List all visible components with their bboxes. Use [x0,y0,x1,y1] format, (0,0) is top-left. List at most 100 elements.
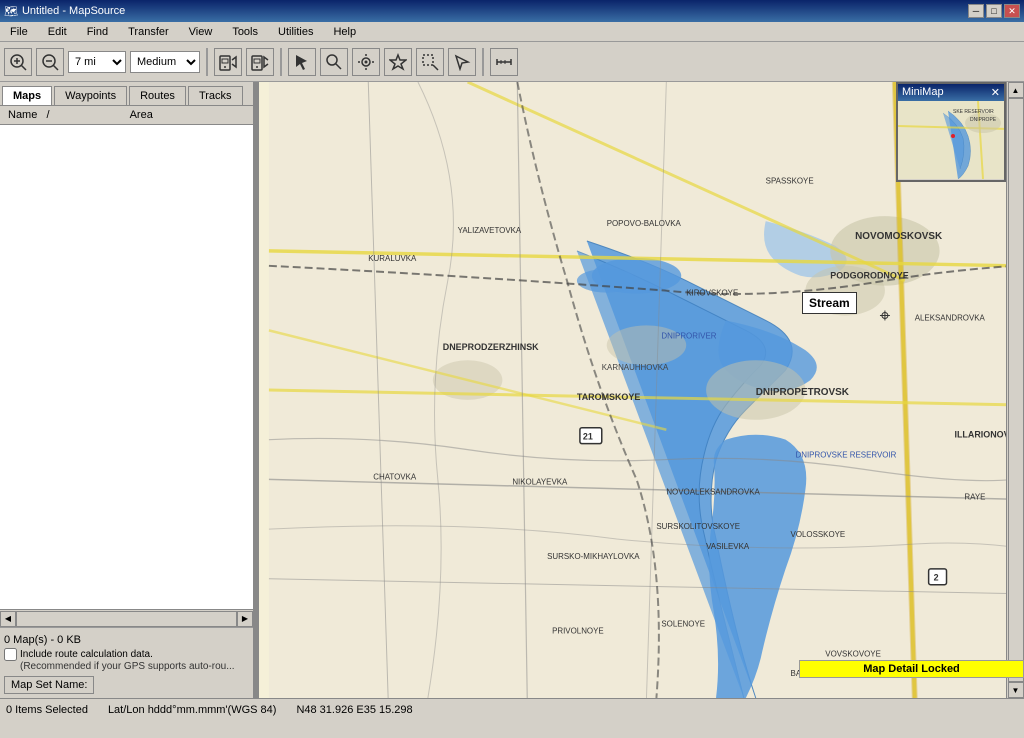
map-set-name-button[interactable]: Map Set Name: [4,676,94,694]
svg-text:SOLENOYE: SOLENOYE [661,619,705,628]
menu-tools[interactable]: Tools [226,24,264,40]
items-selected: 0 Items Selected [6,704,88,716]
status-bar: 0 Items Selected Lat/Lon hddd°mm.mmm'(WG… [0,698,1024,720]
zoom-rect-tool[interactable] [416,48,444,76]
svg-text:NOVOALEKSANDROVKA: NOVOALEKSANDROVKA [666,487,760,496]
separator-3 [482,48,484,76]
svg-text:DNIPROPE: DNIPROPE [970,117,997,123]
svg-text:SKE RESERVOIR: SKE RESERVOIR [953,109,994,115]
svg-text:DNIPROVSKE RESERVOIR: DNIPROVSKE RESERVOIR [795,451,896,460]
svg-text:KURALUVKA: KURALUVKA [368,254,417,263]
h-scrollbar[interactable]: ◀ ▶ [0,609,253,627]
separator-1 [206,48,208,76]
svg-text:SPASSKOYE: SPASSKOYE [766,176,814,185]
scroll-left-btn[interactable]: ◀ [0,611,16,627]
zoom-out-button[interactable] [36,48,64,76]
svg-text:YALIZAVETOVKA: YALIZAVETOVKA [458,226,522,235]
minimize-button[interactable]: ─ [968,4,984,18]
svg-text:KARNAUHHOVKA: KARNAUHHOVKA [602,363,669,372]
svg-text:RAYE: RAYE [964,492,985,501]
menu-utilities[interactable]: Utilities [272,24,319,40]
map-locked-notice: Map Detail Locked [799,660,1024,678]
svg-text:VASILEVKA: VASILEVKA [706,542,750,551]
include-route-checkbox[interactable] [4,648,17,661]
map-right-scrollbar[interactable]: ▲ ▼ [1006,82,1024,698]
find-tool[interactable] [320,48,348,76]
svg-text:21: 21 [583,432,593,442]
menu-edit[interactable]: Edit [42,24,73,40]
map-canvas[interactable]: NOVOMOSKOVSK PODGORODNOYE DNEPRODZERZHIN… [259,82,1024,698]
title-bar-left: 🗺 Untitled - MapSource [4,5,125,18]
coord-position: N48 31.926 E35 15.298 [296,704,412,716]
svg-text:NOVOMOSKOVSK: NOVOMOSKOVSK [855,231,943,242]
map-area[interactable]: NOVOMOSKOVSK PODGORODNOYE DNEPRODZERZHIN… [259,82,1024,698]
select-tool[interactable] [288,48,316,76]
list-body[interactable] [0,125,253,609]
svg-text:DNIPRORIVER: DNIPRORIVER [661,331,716,340]
svg-text:SURSKOLITOVSKOYE: SURSKOLITOVSKOYE [656,522,740,531]
svg-text:CHATOVKA: CHATOVKA [373,472,417,481]
minimap: MiniMap ✕ SKE RESERVOIR DNIPROPE [896,82,1006,182]
waypoint-tool[interactable] [384,48,412,76]
left-panel: Maps Waypoints Routes Tracks Name / Area… [0,82,255,698]
checkbox-note: (Recommended if your GPS supports auto-r… [4,661,249,672]
scroll-up-btn[interactable]: ▲ [1008,82,1024,98]
list-header: Name / Area [0,106,253,125]
svg-text:TAROMSKOYE: TAROMSKOYE [577,392,640,402]
title-bar-controls: ─ □ ✕ [968,4,1020,18]
menu-view[interactable]: View [183,24,219,40]
svg-text:DNIPROPETROVSK: DNIPROPETROVSK [756,387,850,398]
minimap-title-bar: MiniMap ✕ [898,84,1004,101]
measure-tool[interactable] [490,48,518,76]
col-area[interactable]: Area [130,109,153,121]
tab-bar: Maps Waypoints Routes Tracks [0,82,253,106]
close-button[interactable]: ✕ [1004,4,1020,18]
tab-tracks[interactable]: Tracks [188,86,243,105]
tab-routes[interactable]: Routes [129,86,186,105]
scale-select[interactable]: 7 mi1 mi2 mi5 mi10 mi [68,51,126,73]
receive-from-gps-button[interactable] [246,48,274,76]
stream-tooltip: Stream [802,292,857,314]
app-title: Untitled - MapSource [22,5,125,17]
title-bar: 🗺 Untitled - MapSource ─ □ ✕ [0,0,1024,22]
include-route-checkbox-area: Include route calculation data. [4,648,249,661]
svg-text:NIKOLAYEVKA: NIKOLAYEVKA [512,477,568,486]
svg-text:PRIVOLNOYE: PRIVOLNOYE [552,626,604,635]
maximize-button[interactable]: □ [986,4,1002,18]
tab-maps[interactable]: Maps [2,86,52,105]
svg-text:VOVSKOVOYE: VOVSKOVOYE [825,649,881,658]
menu-file[interactable]: File [4,24,34,40]
scroll-down-btn[interactable]: ▼ [1008,682,1024,698]
minimap-close-button[interactable]: ✕ [991,86,1000,99]
minimap-title-text: MiniMap [902,86,944,99]
menu-help[interactable]: Help [327,24,362,40]
main-layout: Maps Waypoints Routes Tracks Name / Area… [0,82,1024,698]
svg-text:PODGORODNOYE: PODGORODNOYE [830,271,908,281]
zoom-in-button[interactable] [4,48,32,76]
menu-transfer[interactable]: Transfer [122,24,175,40]
tab-waypoints[interactable]: Waypoints [54,86,127,105]
maps-count-label: 0 Map(s) - 0 KB [4,632,249,648]
scroll-right-btn[interactable]: ▶ [237,611,253,627]
send-to-gps-button[interactable] [214,48,242,76]
app-icon: 🗺 [4,5,18,18]
svg-text:ALEKSANDROVKA: ALEKSANDROVKA [915,313,986,322]
svg-text:DNEPRODZERZHINSK: DNEPRODZERZHINSK [443,342,539,352]
toolbar: 7 mi1 mi2 mi5 mi10 mi MediumLowHigh [0,42,1024,82]
stream-label: Stream [809,296,850,310]
svg-text:SURSKO-MIKHAYLOVKA: SURSKO-MIKHAYLOVKA [547,552,640,561]
v-scroll-track[interactable] [1008,98,1024,682]
separator-2 [280,48,282,76]
left-bottom-panel: 0 Map(s) - 0 KB Include route calculatio… [0,627,253,698]
menu-bar: File Edit Find Transfer View Tools Utili… [0,22,1024,42]
include-route-label: Include route calculation data. [20,649,153,660]
col-name[interactable]: Name / [8,109,50,121]
svg-text:2: 2 [934,573,939,583]
pan-tool[interactable] [352,48,380,76]
arrow-tool[interactable] [448,48,476,76]
scroll-track[interactable] [16,611,237,627]
coord-format: Lat/Lon hddd°mm.mmm'(WGS 84) [108,704,277,716]
svg-text:KIROVSKOYE: KIROVSKOYE [686,289,738,298]
quality-select[interactable]: MediumLowHigh [130,51,200,73]
menu-find[interactable]: Find [81,24,114,40]
